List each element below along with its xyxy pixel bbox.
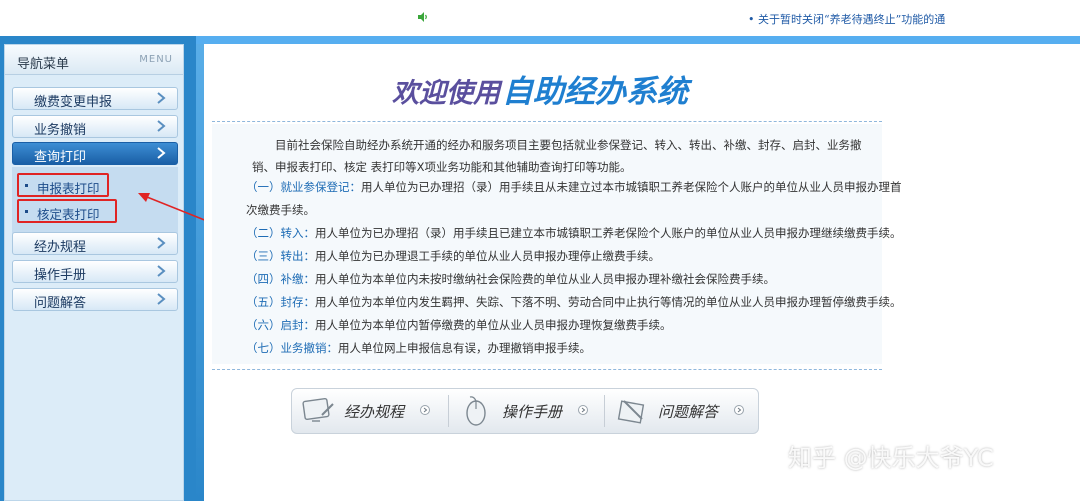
menu-item-manual[interactable]: 操作手册 bbox=[12, 260, 178, 283]
mouse-icon bbox=[466, 396, 486, 426]
submenu-item-declaration-print[interactable]: 申报表打印 bbox=[17, 173, 109, 197]
service-item: （六）启封：用人单位为本单位内暂停缴费的单位从业人员申报办理恢复缴费手续。 bbox=[246, 318, 672, 332]
procedures-button[interactable]: 经办规程 bbox=[292, 389, 442, 433]
sidebar-header: 导航菜单 MENU bbox=[5, 45, 183, 75]
submenu-item-approval-print[interactable]: 核定表打印 bbox=[17, 199, 117, 223]
notice-marquee[interactable]: • 关于暂时关闭“养老待遇终止”功能的通 bbox=[748, 11, 945, 27]
button-label: 操作手册 bbox=[502, 403, 563, 421]
chevron-right-icon bbox=[157, 147, 166, 159]
chevron-right-icon bbox=[157, 265, 166, 277]
menu-item-label: 操作手册 bbox=[34, 268, 87, 283]
menu-item-business-revoke[interactable]: 业务撤销 bbox=[12, 115, 178, 138]
sidebar-title: 导航菜单 bbox=[17, 57, 70, 72]
watermark: 知乎 @快乐大爷YC bbox=[788, 444, 994, 472]
menu-item-label: 查询打印 bbox=[34, 150, 87, 165]
nav-sidebar: 导航菜单 MENU 缴费变更申报 业务撤销 查询打印 申报表打印 核定表打印 经… bbox=[4, 44, 184, 501]
menu-item-label: 经办规程 bbox=[34, 240, 87, 255]
intro-paragraph: 目前社会保险自助经办系统开通的经办和服务项目主要包括就业参保登记、转入、转出、补… bbox=[252, 138, 862, 174]
faq-button[interactable]: 问题解答 bbox=[606, 389, 756, 433]
chevron-right-icon bbox=[157, 293, 166, 305]
top-bar: • 关于暂时关闭“养老待遇终止”功能的通 bbox=[0, 0, 1080, 36]
arrow-right-icon bbox=[420, 405, 430, 415]
submenu-item-label: 核定表打印 bbox=[37, 207, 100, 222]
menu-item-label: 问题解答 bbox=[34, 296, 87, 311]
welcome-text-part2: 自助经办系统 bbox=[502, 74, 688, 110]
service-item: （二）转入：用人单位为已办理招（录）用手续且已建立本市城镇职工养老保险个人账户的… bbox=[246, 226, 902, 240]
bullet-icon bbox=[25, 184, 28, 187]
divider-bottom bbox=[212, 369, 882, 370]
menu-item-label: 缴费变更申报 bbox=[34, 95, 113, 110]
menu-item-label: 业务撤销 bbox=[34, 123, 87, 138]
monitor-pen-icon bbox=[302, 397, 334, 422]
service-item: 次缴费手续。 bbox=[246, 203, 315, 217]
separator bbox=[604, 395, 605, 427]
frame-top bbox=[196, 36, 1080, 44]
bullet-icon bbox=[25, 210, 28, 213]
service-item: （一）就业参保登记：用人单位为已办理招（录）用手续且从未建立过本市城镇职工养老保… bbox=[246, 180, 902, 194]
speaker-icon bbox=[418, 12, 427, 22]
sidebar-menu-tag: MENU bbox=[139, 54, 173, 65]
manual-button[interactable]: 操作手册 bbox=[450, 389, 600, 433]
welcome-text-part1: 欢迎使用 bbox=[392, 78, 500, 109]
separator bbox=[448, 395, 449, 427]
menu-item-payment-change[interactable]: 缴费变更申报 bbox=[12, 87, 178, 110]
arrow-right-icon bbox=[734, 405, 744, 415]
service-item: （三）转出：用人单位为已办理退工手续的单位从业人员申报办理停止缴费手续。 bbox=[246, 249, 660, 263]
menu-item-faq[interactable]: 问题解答 bbox=[12, 288, 178, 311]
menu-item-procedures[interactable]: 经办规程 bbox=[12, 232, 178, 255]
frame-divider bbox=[196, 36, 204, 501]
arrow-right-icon bbox=[578, 405, 588, 415]
welcome-banner: 欢迎使用自助经办系统 bbox=[392, 66, 688, 111]
service-item: （七）业务撤销：用人单位网上申报信息有误，办理撤销申报手续。 bbox=[246, 341, 591, 355]
chevron-right-icon bbox=[157, 120, 166, 132]
divider-top bbox=[212, 121, 882, 122]
quick-links-bar: 经办规程 操作手册 问题解答 bbox=[291, 388, 759, 434]
button-label: 经办规程 bbox=[344, 403, 405, 421]
service-item: （四）补缴：用人单位为本单位内未按时缴纳社会保险费的单位从业人员申报办理补缴社会… bbox=[246, 272, 775, 286]
service-item: （五）封存：用人单位为本单位内发生羁押、失踪、下落不明、劳动合同中止执行等情况的… bbox=[246, 295, 902, 309]
submenu-item-label: 申报表打印 bbox=[37, 181, 100, 196]
chevron-right-icon bbox=[157, 237, 166, 249]
intro-panel: 目前社会保险自助经办系统开通的经办和服务项目主要包括就业参保登记、转入、转出、补… bbox=[212, 124, 902, 364]
notepad-pen-icon bbox=[617, 400, 645, 424]
main-content: 欢迎使用自助经办系统 目前社会保险自助经办系统开通的经办和服务项目主要包括就业参… bbox=[204, 44, 1080, 501]
chevron-right-icon bbox=[157, 92, 166, 104]
menu-item-query-print[interactable]: 查询打印 bbox=[12, 142, 178, 165]
button-label: 问题解答 bbox=[658, 403, 719, 421]
